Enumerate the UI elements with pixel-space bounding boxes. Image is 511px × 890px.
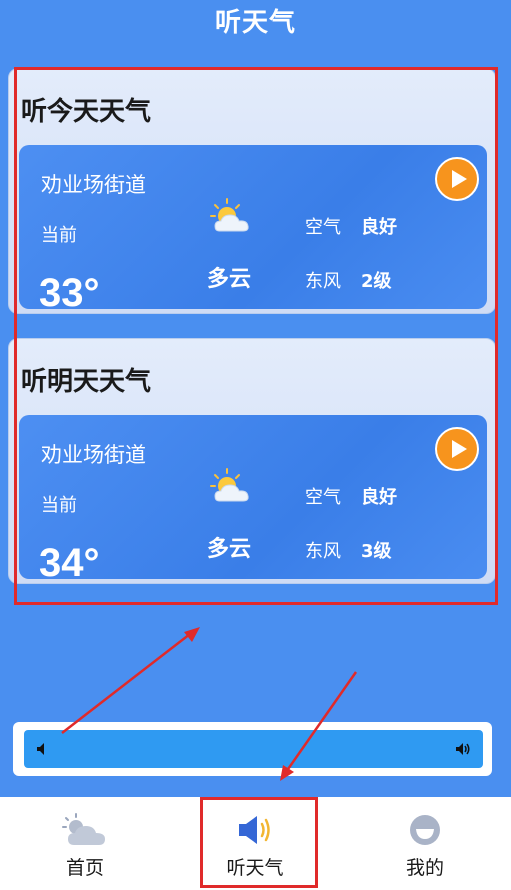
play-icon bbox=[452, 440, 467, 458]
wind-direction: 东风 bbox=[305, 541, 341, 562]
tab-mine[interactable]: 我的 bbox=[340, 797, 510, 890]
location-label: 劝业场街道 bbox=[41, 173, 146, 197]
wind-direction: 东风 bbox=[305, 271, 341, 292]
weather-cloud-icon bbox=[62, 813, 105, 845]
air-quality-label: 空气 bbox=[305, 487, 341, 508]
page-title: 听天气 bbox=[214, 8, 296, 38]
speaker-icon bbox=[239, 816, 270, 844]
air-quality-value: 良好 bbox=[361, 217, 397, 238]
today-weather-card: 听今天天气 劝业场街道 当前 33° 多云 空气 良好 东风 2级 bbox=[8, 68, 496, 314]
tab-label: 我的 bbox=[405, 857, 444, 879]
current-label: 当前 bbox=[41, 495, 77, 516]
audio-progress-track[interactable] bbox=[24, 730, 483, 768]
volume-high-icon[interactable] bbox=[455, 741, 471, 757]
weather-panel: 劝业场街道 当前 34° 多云 空气 良好 东风 3级 bbox=[19, 415, 487, 579]
temperature: 33° bbox=[39, 271, 100, 309]
condition-text: 多云 bbox=[207, 537, 252, 562]
air-quality-label: 空气 bbox=[305, 217, 341, 238]
tomorrow-weather-card: 听明天天气 劝业场街道 当前 34° 多云 空气 良好 东风 3级 bbox=[8, 338, 496, 584]
wind-level: 3级 bbox=[361, 541, 392, 562]
play-icon bbox=[452, 170, 467, 188]
card-title: 听明天天气 bbox=[21, 367, 152, 397]
play-button[interactable] bbox=[435, 157, 479, 201]
wind-level: 2级 bbox=[361, 271, 392, 292]
volume-low-icon[interactable] bbox=[36, 742, 48, 756]
tab-listen-weather[interactable]: 听天气 bbox=[170, 797, 340, 890]
air-quality-value: 良好 bbox=[361, 487, 397, 508]
current-label: 当前 bbox=[41, 225, 77, 246]
user-face-icon bbox=[410, 815, 440, 845]
temperature: 34° bbox=[39, 541, 100, 579]
tab-label: 首页 bbox=[65, 857, 104, 879]
partly-cloudy-icon bbox=[210, 468, 249, 502]
audio-player-bar bbox=[13, 722, 492, 776]
tab-label: 听天气 bbox=[226, 857, 284, 879]
play-button[interactable] bbox=[435, 427, 479, 471]
tab-home[interactable]: 首页 bbox=[0, 797, 170, 890]
weather-panel: 劝业场街道 当前 33° 多云 空气 良好 东风 2级 bbox=[19, 145, 487, 309]
card-title: 听今天天气 bbox=[21, 97, 152, 127]
condition-text: 多云 bbox=[207, 267, 252, 292]
bottom-tab-bar: 首页 听天气 我的 bbox=[0, 797, 511, 890]
partly-cloudy-icon bbox=[210, 198, 249, 232]
location-label: 劝业场街道 bbox=[41, 443, 146, 467]
